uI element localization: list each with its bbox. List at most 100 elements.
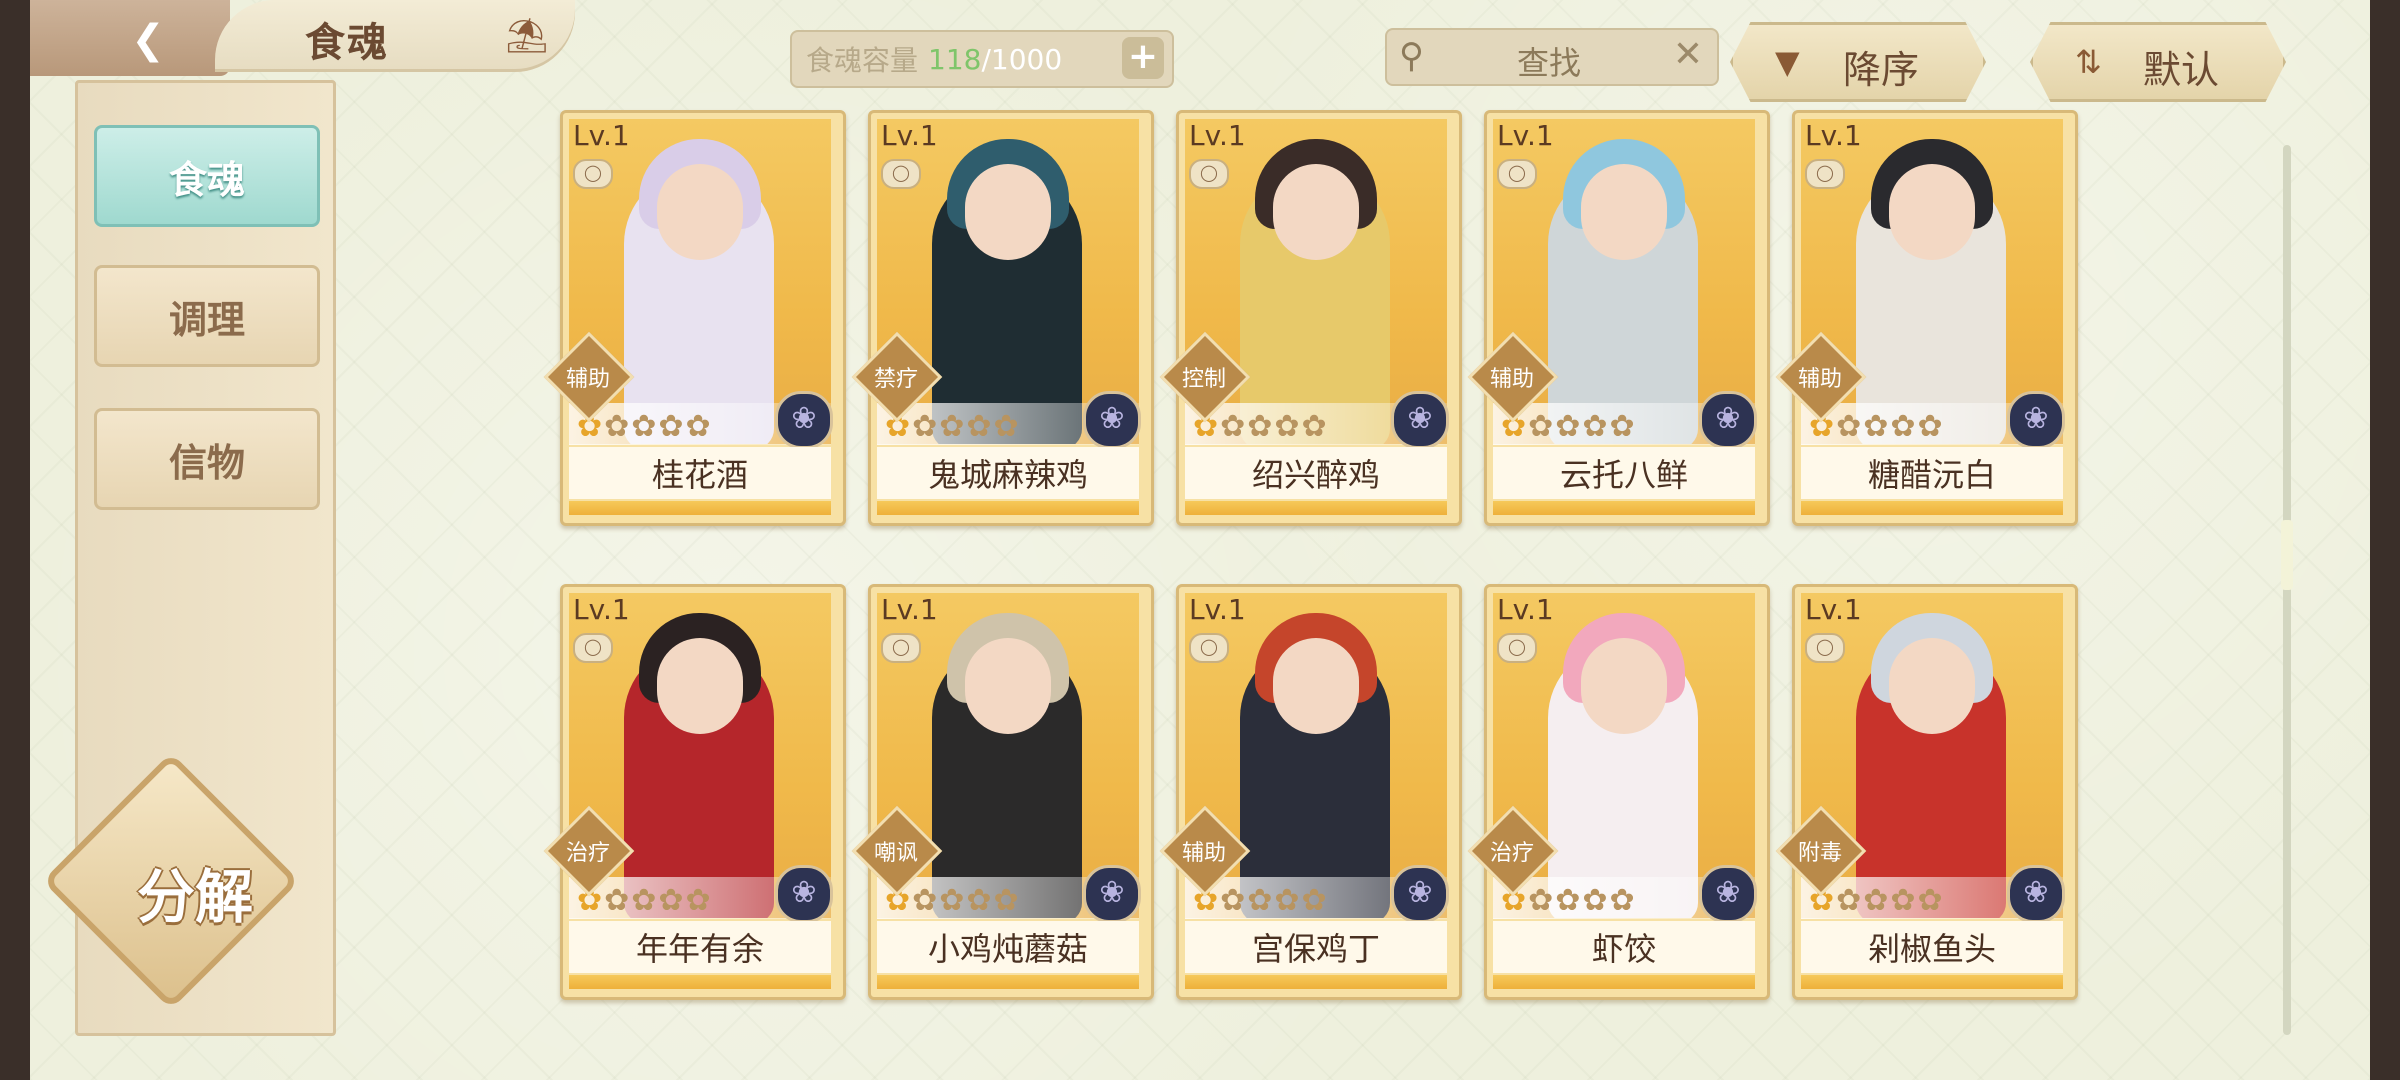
role-label: 治疗: [1489, 841, 1534, 866]
capacity-display: 食魂容量 118 /1000 +: [790, 30, 1174, 88]
name-plate-trim: [1801, 501, 2063, 515]
star-rating: ✿✿✿✿✿: [577, 883, 713, 918]
star-rating: ✿✿✿✿✿: [1193, 409, 1329, 444]
character-face: [1581, 638, 1667, 734]
add-capacity-button[interactable]: +: [1122, 37, 1164, 79]
bowl-icon: ◯: [1189, 633, 1229, 663]
bowl-icon: ◯: [1497, 633, 1537, 663]
role-label: 治疗: [565, 841, 610, 866]
name-plate: 糖醋沅白: [1801, 447, 2063, 499]
role-label: 辅助: [565, 367, 610, 392]
name-plate-trim: [1493, 975, 1755, 989]
triangle-down-icon: ▼: [1775, 43, 1800, 81]
star-rating: ✿✿✿✿✿: [1809, 409, 1945, 444]
card-name: 绍兴醉鸡: [1251, 456, 1380, 494]
sort-mode-button[interactable]: ⇅ 默认: [2030, 22, 2286, 102]
food-soul-card[interactable]: Lv.1 ◯ ✿✿✿✿✿ ❀ 辅助 宫保鸡丁: [1159, 584, 1462, 1000]
role-label: 辅助: [1489, 367, 1534, 392]
sidebar-item-cooking[interactable]: 调理: [94, 265, 320, 367]
name-plate-trim: [569, 975, 831, 989]
level-label: Lv.1: [881, 119, 938, 152]
game-screen: ❮ 食魂 ⛱ 食魂容量 118 /1000 + ⚲ 查找 ✕ ▼ 降序 ⇅ 默认…: [30, 0, 2370, 1080]
food-soul-card[interactable]: Lv.1 ◯ ✿✿✿✿✿ ❀ 禁疗 鬼城麻辣鸡: [851, 110, 1154, 526]
food-soul-card[interactable]: Lv.1 ◯ ✿✿✿✿✿ ❀ 治疗 年年有余: [543, 584, 846, 1000]
bowl-icon: ◯: [881, 633, 921, 663]
sidebar-item-tokens[interactable]: 信物: [94, 408, 320, 510]
search-icon: ⚲: [1399, 36, 1424, 76]
level-label: Lv.1: [1189, 593, 1246, 626]
card-name: 鬼城麻辣鸡: [927, 456, 1088, 494]
star-rating: ✿✿✿✿✿: [1501, 883, 1637, 918]
name-plate-trim: [877, 975, 1139, 989]
star-rating: ✿✿✿✿✿: [1501, 409, 1637, 444]
card-name: 虾饺: [1591, 930, 1656, 968]
food-soul-card[interactable]: Lv.1 ◯ ✿✿✿✿✿ ❀ 附毒 剁椒鱼头: [1775, 584, 2078, 1000]
top-bar: ❮ 食魂 ⛱ 食魂容量 118 /1000 + ⚲ 查找 ✕ ▼ 降序 ⇅ 默认: [30, 0, 2370, 102]
sidebar-item-food-soul[interactable]: 食魂: [94, 125, 320, 227]
name-plate-trim: [1801, 975, 2063, 989]
food-soul-card[interactable]: Lv.1 ◯ ✿✿✿✿✿ ❀ 辅助 糖醋沅白: [1775, 110, 2078, 526]
level-label: Lv.1: [881, 593, 938, 626]
close-icon[interactable]: ✕: [1673, 34, 1703, 75]
character-face: [1273, 638, 1359, 734]
role-label: 控制: [1181, 367, 1226, 392]
character-face: [1581, 164, 1667, 260]
name-plate: 剁椒鱼头: [1801, 921, 2063, 973]
search-input[interactable]: ⚲ 查找 ✕: [1385, 28, 1719, 86]
level-label: Lv.1: [1497, 593, 1554, 626]
flower-icon: ❀: [1699, 391, 1757, 449]
character-face: [965, 164, 1051, 260]
flower-icon: ❀: [2007, 391, 2065, 449]
food-soul-card[interactable]: Lv.1 ◯ ✿✿✿✿✿ ❀ 辅助 云托八鲜: [1467, 110, 1770, 526]
name-plate: 虾饺: [1493, 921, 1755, 973]
scrollbar-track[interactable]: [2283, 145, 2291, 1035]
flower-icon: ❀: [1083, 865, 1141, 923]
capacity-current: 118: [928, 42, 982, 76]
name-plate: 绍兴醉鸡: [1185, 447, 1447, 499]
sort-order-label: 降序: [1843, 48, 1920, 92]
bowl-icon: ◯: [1805, 633, 1845, 663]
flower-icon: ❀: [2007, 865, 2065, 923]
title-tab: 食魂 ⛱: [215, 0, 575, 72]
card-name: 糖醋沅白: [1867, 456, 1996, 494]
home-icon[interactable]: ⛱: [505, 16, 549, 56]
bowl-icon: ◯: [573, 159, 613, 189]
bowl-icon: ◯: [573, 633, 613, 663]
sidebar-item-label: 调理: [168, 296, 245, 342]
level-label: Lv.1: [573, 119, 630, 152]
search-placeholder: 查找: [1517, 44, 1582, 82]
role-label: 附毒: [1797, 841, 1842, 866]
food-soul-card[interactable]: Lv.1 ◯ ✿✿✿✿✿ ❀ 辅助 桂花酒: [543, 110, 846, 526]
name-plate: 宫保鸡丁: [1185, 921, 1447, 973]
name-plate: 鬼城麻辣鸡: [877, 447, 1139, 499]
star-rating: ✿✿✿✿✿: [577, 409, 713, 444]
star-rating: ✿✿✿✿✿: [885, 409, 1021, 444]
sort-arrows-icon: ⇅: [2075, 43, 2102, 81]
flower-icon: ❀: [1391, 391, 1449, 449]
food-soul-card[interactable]: Lv.1 ◯ ✿✿✿✿✿ ❀ 控制 绍兴醉鸡: [1159, 110, 1462, 526]
star-rating: ✿✿✿✿✿: [1193, 883, 1329, 918]
character-face: [1889, 638, 1975, 734]
flower-icon: ❀: [775, 391, 833, 449]
name-plate-trim: [1493, 501, 1755, 515]
level-label: Lv.1: [1805, 119, 1862, 152]
name-plate-trim: [1185, 975, 1447, 989]
level-label: Lv.1: [1497, 119, 1554, 152]
card-name: 云托八鲜: [1559, 456, 1688, 494]
flower-icon: ❀: [1391, 865, 1449, 923]
role-label: 禁疗: [873, 367, 918, 392]
role-label: 辅助: [1797, 367, 1842, 392]
name-plate-trim: [1185, 501, 1447, 515]
character-face: [1889, 164, 1975, 260]
sort-order-button[interactable]: ▼ 降序: [1730, 22, 1986, 102]
bowl-icon: ◯: [1497, 159, 1537, 189]
flower-icon: ❀: [1699, 865, 1757, 923]
back-panel: ❮: [30, 0, 230, 76]
back-icon[interactable]: ❮: [120, 12, 176, 68]
level-label: Lv.1: [1805, 593, 1862, 626]
food-soul-card[interactable]: Lv.1 ◯ ✿✿✿✿✿ ❀ 治疗 虾饺: [1467, 584, 1770, 1000]
name-plate: 云托八鲜: [1493, 447, 1755, 499]
scrollbar-thumb[interactable]: [2281, 520, 2293, 590]
name-plate-trim: [569, 501, 831, 515]
food-soul-card[interactable]: Lv.1 ◯ ✿✿✿✿✿ ❀ 嘲讽 小鸡炖蘑菇: [851, 584, 1154, 1000]
